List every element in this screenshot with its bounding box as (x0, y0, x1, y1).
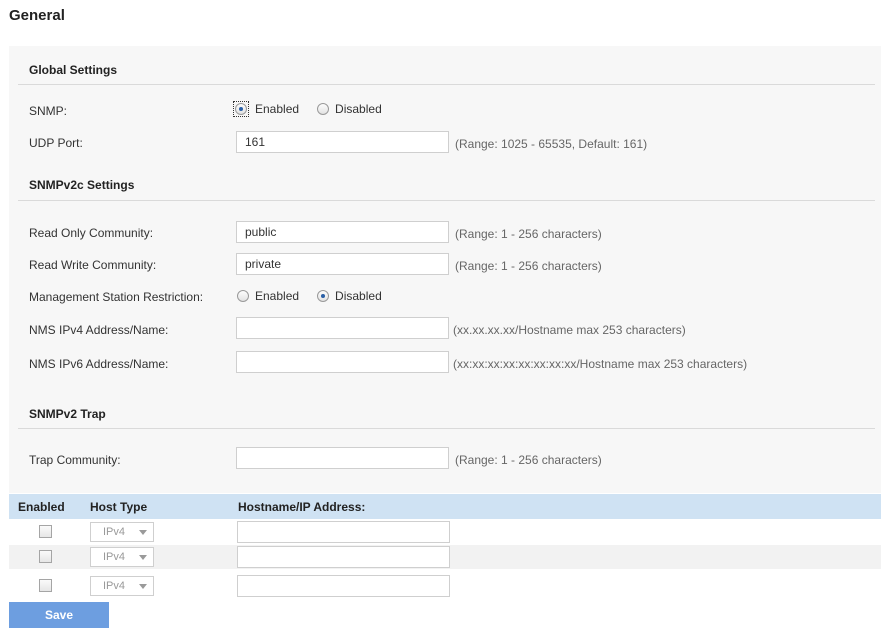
host-type-value: IPv4 (103, 580, 126, 592)
nms-ipv6-label: NMS IPv6 Address/Name: (29, 357, 169, 371)
page-title: General (9, 7, 65, 24)
snmp-enabled-label[interactable]: Enabled (255, 102, 299, 116)
snmp-disabled-radio[interactable] (317, 103, 330, 115)
udp-port-label: UDP Port: (29, 136, 83, 150)
host-enabled-checkbox[interactable] (39, 550, 52, 563)
hosts-table-header: Enabled Host Type Hostname/IP Address: (9, 494, 881, 519)
nms-ipv4-label: NMS IPv4 Address/Name: (29, 323, 169, 337)
host-type-select[interactable]: IPv4 (90, 547, 154, 567)
management-station-restriction-label: Management Station Restriction: (29, 290, 204, 304)
chevron-down-icon (139, 555, 147, 560)
read-write-community-hint: (Range: 1 - 256 characters) (455, 259, 602, 273)
chevron-down-icon (139, 530, 147, 535)
udp-port-hint: (Range: 1025 - 65535, Default: 161) (455, 137, 648, 151)
column-header-address: Hostname/IP Address: (238, 500, 366, 514)
restriction-disabled-label[interactable]: Disabled (335, 289, 382, 303)
udp-port-input[interactable] (236, 131, 449, 153)
restriction-enabled-radio[interactable] (237, 290, 249, 302)
host-address-input[interactable] (237, 575, 450, 597)
nms-ipv4-hint: (xx.xx.xx.xx/Hostname max 253 characters… (453, 323, 686, 337)
restriction-radio-group: Enabled Disabled (237, 289, 400, 303)
table-row: IPv4 (9, 545, 881, 569)
snmpv2-trap-title: SNMPv2 Trap (29, 407, 106, 421)
nms-ipv6-hint: (xx:xx:xx:xx:xx:xx:xx:xx/Hostname max 25… (453, 357, 748, 371)
snmpv2c-settings-title: SNMPv2c Settings (29, 178, 135, 192)
table-row: IPv4 (9, 574, 881, 598)
section-divider (18, 428, 875, 429)
snmp-disabled-label[interactable]: Disabled (335, 102, 382, 116)
section-divider (18, 200, 875, 201)
chevron-down-icon (139, 584, 147, 589)
restriction-disabled-radio[interactable] (317, 290, 330, 302)
column-header-host-type: Host Type (90, 500, 148, 514)
host-address-input[interactable] (237, 521, 450, 543)
global-settings-title: Global Settings (29, 63, 118, 77)
snmp-label: SNMP: (29, 104, 68, 118)
read-write-community-label: Read Write Community: (29, 258, 157, 272)
host-type-value: IPv4 (103, 526, 126, 538)
host-address-input[interactable] (237, 546, 450, 568)
nms-ipv6-input[interactable] (236, 351, 449, 373)
save-button[interactable]: Save (9, 602, 109, 628)
read-only-community-hint: (Range: 1 - 256 characters) (455, 227, 602, 241)
snmp-enabled-radio-wrap[interactable] (233, 101, 249, 117)
host-enabled-checkbox[interactable] (39, 579, 52, 592)
read-only-community-label: Read Only Community: (29, 226, 154, 240)
section-divider (18, 84, 875, 85)
trap-community-input[interactable] (236, 447, 449, 469)
snmp-radio-group: Enabled Disabled (233, 101, 400, 117)
host-type-select[interactable]: IPv4 (90, 522, 154, 542)
table-row: IPv4 (9, 520, 881, 544)
nms-ipv4-input[interactable] (236, 317, 449, 339)
trap-community-label: Trap Community: (29, 453, 121, 467)
trap-community-hint: (Range: 1 - 256 characters) (455, 453, 602, 467)
settings-panel: Global Settings SNMP: Enabled Disabled U… (9, 46, 881, 493)
read-write-community-input[interactable] (236, 253, 449, 275)
restriction-enabled-label[interactable]: Enabled (255, 289, 299, 303)
host-type-value: IPv4 (103, 551, 126, 563)
read-only-community-input[interactable] (236, 221, 449, 243)
host-type-select[interactable]: IPv4 (90, 576, 154, 596)
snmp-enabled-radio[interactable] (235, 103, 247, 115)
host-enabled-checkbox[interactable] (39, 525, 52, 538)
column-header-enabled: Enabled (18, 500, 65, 514)
